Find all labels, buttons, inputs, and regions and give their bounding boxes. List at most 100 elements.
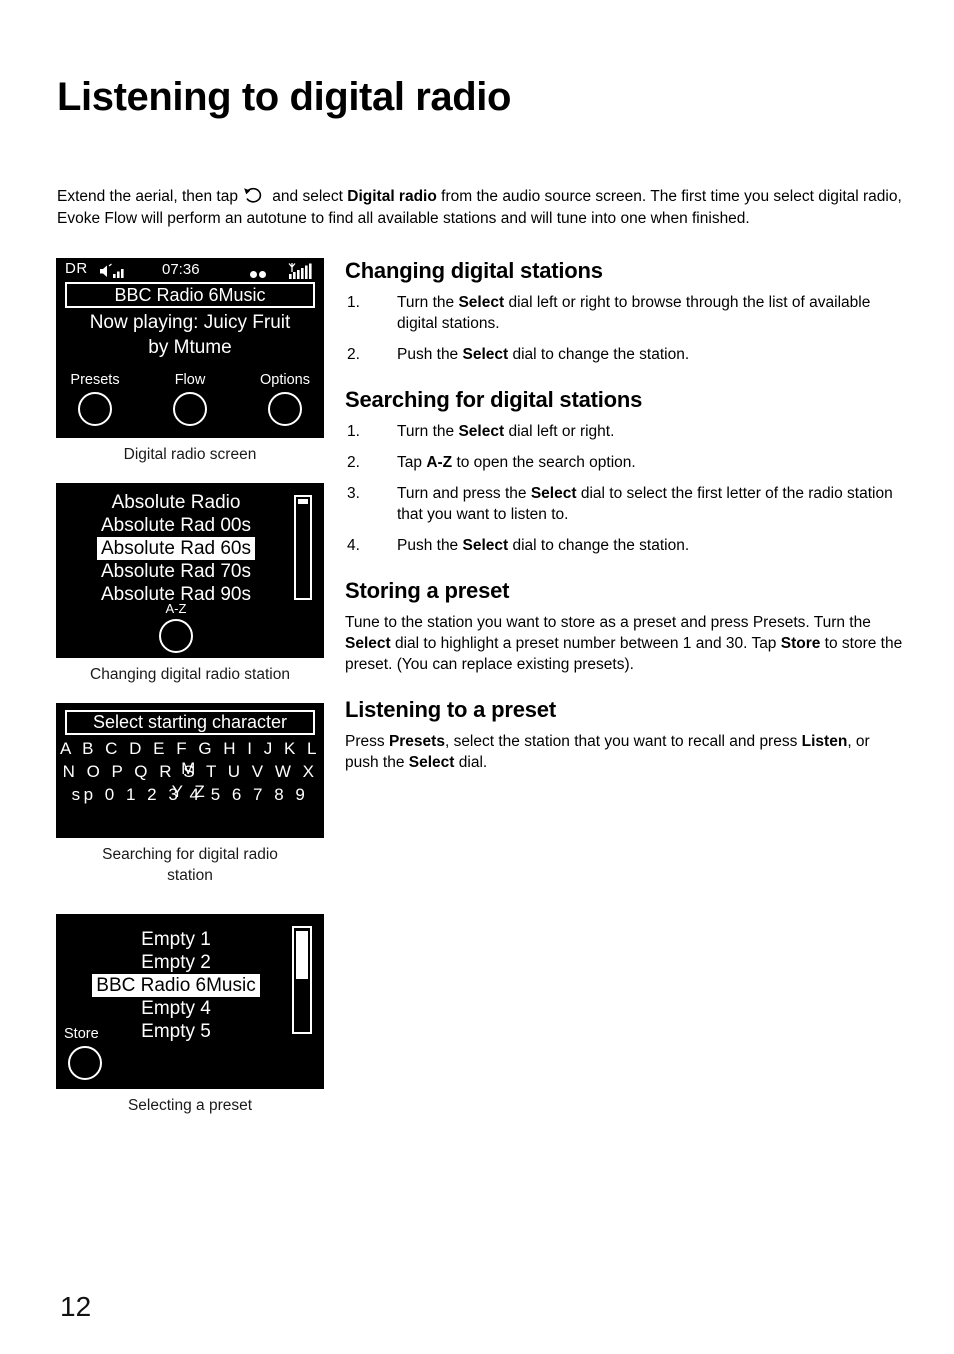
page-title: Listening to digital radio <box>57 74 512 119</box>
section-paragraph: Tune to the station you want to store as… <box>345 612 905 675</box>
speaker-volume-icon <box>98 263 132 280</box>
scrollbar[interactable] <box>294 495 312 600</box>
step-number: 4. <box>347 537 360 554</box>
paragraph-part-bold: Presets <box>388 733 445 750</box>
figure-changing-digital-radio-station: Absolute Radio Absolute Rad 00s Absolute… <box>56 483 324 658</box>
scrollbar-thumb[interactable] <box>296 931 308 979</box>
step-text-pre: Turn and press the <box>397 485 531 502</box>
step-number: 1. <box>347 423 360 440</box>
step-text-pre: Push the <box>397 346 463 363</box>
softkey-flow-knob[interactable] <box>173 392 207 426</box>
list-item[interactable]: Empty 4 <box>137 997 215 1020</box>
softkey-az-knob[interactable] <box>159 619 193 653</box>
paragraph-part-bold: Select <box>408 754 455 771</box>
step-number: 2. <box>347 454 360 471</box>
signal-strength-icon <box>284 261 320 281</box>
step-text-bold: Select <box>530 485 577 502</box>
step-text-bold: Select <box>462 346 509 363</box>
list-item[interactable]: Absolute Rad 00s <box>97 514 255 537</box>
figure-selecting-a-preset: Empty 1 Empty 2 BBC Radio 6Music Empty 4… <box>56 914 324 1089</box>
scrollbar[interactable] <box>292 926 312 1034</box>
step-text-post: dial to change the station. <box>508 346 690 363</box>
section-searching-for-digital-stations: Searching for digital stations 1. Turn th… <box>345 387 905 556</box>
paragraph-part: Press <box>345 733 389 750</box>
figure-caption-line-1: Searching for digital radio <box>102 846 278 863</box>
softkey-row: Presets Flow Options <box>56 372 324 434</box>
manual-page: Listening to digital radio Extend the ae… <box>0 0 954 1354</box>
figure-caption-line-2: station <box>167 867 213 884</box>
paragraph-part-bold: Store <box>780 635 821 652</box>
step-item: 2. Push the Select dial to change the sta… <box>345 344 905 365</box>
step-text-bold: Select <box>458 294 505 311</box>
step-text-pre: Push the <box>397 537 463 554</box>
intro-paragraph: Extend the aerial, then tap and select D… <box>57 186 902 230</box>
list-item[interactable]: Absolute Rad 70s <box>97 560 255 583</box>
now-playing-line-1: Now playing: Juicy Fruit <box>89 312 291 333</box>
list-item[interactable]: Empty 1 <box>137 928 215 951</box>
step-list: 1. Turn the Select dial left or right. 2.… <box>345 421 905 556</box>
step-item: 4. Push the Select dial to change the sta… <box>345 535 905 556</box>
figure-digital-radio-screen: DR 07:36 BBC Radio 6Music Now playing: J… <box>56 258 324 438</box>
step-text-pre: Tap <box>397 454 427 471</box>
figure-caption-searching-for-digital-radio-station: Searching for digital radio station <box>56 844 324 886</box>
softkey-presets-knob[interactable] <box>78 392 112 426</box>
step-item: 3. Turn and press the Select dial to sele… <box>345 483 905 525</box>
character-picker-header: Select starting character <box>65 710 315 735</box>
softkey-presets[interactable]: Presets <box>56 372 134 426</box>
paragraph-part-bold: Select <box>345 635 391 652</box>
step-number: 1. <box>347 294 360 311</box>
softkey-store-knob[interactable] <box>68 1046 102 1080</box>
paragraph-part: , select the station that you want to re… <box>444 733 802 750</box>
section-storing-a-preset: Storing a preset Tune to the station you… <box>345 578 905 675</box>
step-item: 1. Turn the Select dial left or right to … <box>345 292 905 334</box>
section-heading: Searching for digital stations <box>345 387 643 412</box>
step-text-bold: Select <box>462 537 509 554</box>
instructions-column: Changing digital stations 1. Turn the Sel… <box>345 258 905 795</box>
figure-caption-changing-digital-radio-station: Changing digital radio station <box>90 666 290 683</box>
current-station-label: BBC Radio 6Music <box>65 282 315 308</box>
figure-caption-selecting-a-preset: Selecting a preset <box>127 1097 253 1114</box>
status-dots-icon <box>250 265 268 282</box>
list-item-selected[interactable]: Absolute Rad 60s <box>97 537 255 560</box>
intro-text-after-icon: and select <box>272 187 343 205</box>
intro-text-before-icon: Extend the aerial, then tap <box>57 187 238 205</box>
softkey-store-label: Store <box>64 1026 99 1042</box>
softkey-az[interactable]: A-Z <box>56 601 296 653</box>
step-text-post: dial to change the station. <box>508 537 690 554</box>
step-text-bold: A-Z <box>426 454 453 471</box>
status-source-label: DR <box>65 260 88 277</box>
section-heading: Storing a preset <box>345 578 510 603</box>
section-changing-digital-stations: Changing digital stations 1. Turn the Sel… <box>345 258 905 365</box>
scrollbar-thumb[interactable] <box>298 499 308 504</box>
step-list: 1. Turn the Select dial left or right to … <box>345 292 905 365</box>
character-row-space-digits[interactable]: sp 0 1 2 3 4 5 6 7 8 9 <box>56 785 324 805</box>
list-item[interactable]: Empty 5 <box>137 1020 215 1043</box>
intro-bold-term: Digital radio <box>347 187 437 205</box>
step-text-post: dial left or right. <box>504 423 615 440</box>
step-text-bold: Select <box>458 423 505 440</box>
now-playing-line-2: by Mtume <box>148 337 232 358</box>
softkey-presets-label: Presets <box>70 372 120 388</box>
figure-caption-digital-radio-screen: Digital radio screen <box>123 446 257 463</box>
softkey-store[interactable]: Store <box>64 1026 144 1080</box>
station-list[interactable]: Absolute Radio Absolute Rad 00s Absolute… <box>56 491 296 606</box>
softkey-options[interactable]: Options <box>246 372 324 426</box>
step-number: 3. <box>347 485 360 502</box>
paragraph-part-bold: Listen <box>801 733 848 750</box>
step-text-pre: Turn the <box>397 423 459 440</box>
step-text-pre: Turn the <box>397 294 459 311</box>
now-playing-block: Now playing: Juicy Fruit by Mtume <box>56 310 324 360</box>
softkey-az-label: A-Z <box>165 601 187 616</box>
status-bar: DR 07:36 <box>56 260 324 282</box>
list-item[interactable]: Empty 2 <box>137 951 215 974</box>
paragraph-part: Tune to the station you want to store as… <box>345 614 871 631</box>
status-clock: 07:36 <box>162 261 200 278</box>
softkey-flow[interactable]: Flow <box>151 372 229 426</box>
paragraph-part: dial to highlight a preset number betwee… <box>390 635 781 652</box>
figures-column: DR 07:36 BBC Radio 6Music Now playing: J… <box>56 258 326 1116</box>
list-item-selected[interactable]: BBC Radio 6Music <box>92 974 260 997</box>
softkey-options-label: Options <box>260 372 310 388</box>
section-heading: Changing digital stations <box>345 258 603 283</box>
list-item[interactable]: Absolute Radio <box>108 491 245 514</box>
softkey-options-knob[interactable] <box>268 392 302 426</box>
